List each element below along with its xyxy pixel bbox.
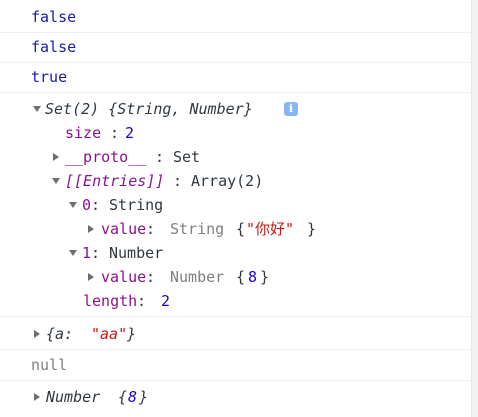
property-value-length: 2 bbox=[161, 292, 171, 310]
console-message: false bbox=[0, 33, 472, 63]
colon: : bbox=[137, 292, 147, 310]
set-header[interactable]: Set(2) {String, Number} bbox=[45, 100, 253, 118]
boolean-value: false bbox=[31, 38, 77, 56]
expand-item-1-icon[interactable] bbox=[69, 250, 77, 256]
expand-entries-icon[interactable] bbox=[52, 178, 60, 184]
property-value-proto: Set bbox=[173, 148, 201, 166]
expand-proto-icon[interactable] bbox=[53, 153, 59, 161]
null-value: null bbox=[31, 356, 68, 374]
property-key-entries[interactable]: [[Entries]] bbox=[65, 172, 164, 190]
property-value-size: 2 bbox=[125, 124, 135, 142]
boolean-value: true bbox=[31, 68, 68, 86]
value-type-1: Number bbox=[170, 268, 225, 286]
brace-close: } bbox=[307, 220, 317, 238]
brace-close: } bbox=[139, 388, 149, 406]
brace-open: { bbox=[236, 268, 246, 286]
entry-type-1: Number bbox=[109, 244, 164, 262]
entry-type-0: String bbox=[109, 196, 164, 214]
number-object-label[interactable]: Number bbox=[46, 388, 109, 406]
string-value-0: "你好" bbox=[246, 220, 295, 238]
colon: : bbox=[155, 148, 165, 166]
entry-index-1[interactable]: 1 bbox=[82, 244, 91, 262]
colon: : bbox=[173, 172, 183, 190]
brace-close: } bbox=[260, 268, 270, 286]
value-key-1[interactable]: value bbox=[101, 268, 146, 286]
value-type-0: String bbox=[170, 220, 225, 238]
console-message: true bbox=[0, 63, 472, 93]
expand-value-0-icon[interactable] bbox=[88, 225, 94, 233]
info-icon[interactable]: i bbox=[284, 102, 298, 116]
scrollbar[interactable] bbox=[471, 0, 478, 417]
colon: : bbox=[91, 196, 101, 214]
colon: : bbox=[110, 124, 120, 142]
number-value: 8 bbox=[128, 388, 138, 406]
object-string-value: "aa" bbox=[91, 325, 128, 343]
property-key-proto[interactable]: __proto__ bbox=[65, 148, 146, 166]
devtools-console: false false true Set(2) {String, Number}… bbox=[0, 0, 472, 417]
number-object-entry: Number { 8 } bbox=[0, 381, 472, 417]
property-value-entries: Array(2) bbox=[191, 172, 264, 190]
expand-toggle-icon[interactable] bbox=[34, 393, 40, 401]
brace-open: { bbox=[236, 220, 246, 238]
entry-index-0[interactable]: 0 bbox=[82, 196, 91, 214]
brace-open: { bbox=[118, 388, 128, 406]
object-entry: {a: "aa" } bbox=[0, 317, 472, 350]
colon: : bbox=[91, 244, 101, 262]
console-message: false bbox=[0, 0, 472, 33]
expand-toggle-icon[interactable] bbox=[33, 106, 41, 112]
expand-value-1-icon[interactable] bbox=[88, 273, 94, 281]
colon: : bbox=[146, 268, 156, 286]
boolean-value: false bbox=[31, 8, 77, 26]
property-key-size: size bbox=[65, 124, 102, 142]
console-message: null bbox=[0, 350, 472, 381]
value-key-0[interactable]: value bbox=[101, 220, 146, 238]
expand-item-0-icon[interactable] bbox=[69, 202, 77, 208]
object-open[interactable]: {a: bbox=[46, 325, 82, 343]
object-close: } bbox=[127, 325, 137, 343]
set-object-entry: Set(2) {String, Number} i size : 2 __pro… bbox=[0, 93, 472, 317]
expand-toggle-icon[interactable] bbox=[34, 330, 40, 338]
property-key-length: length bbox=[83, 292, 138, 310]
number-value-1: 8 bbox=[248, 268, 258, 286]
colon: : bbox=[146, 220, 156, 238]
